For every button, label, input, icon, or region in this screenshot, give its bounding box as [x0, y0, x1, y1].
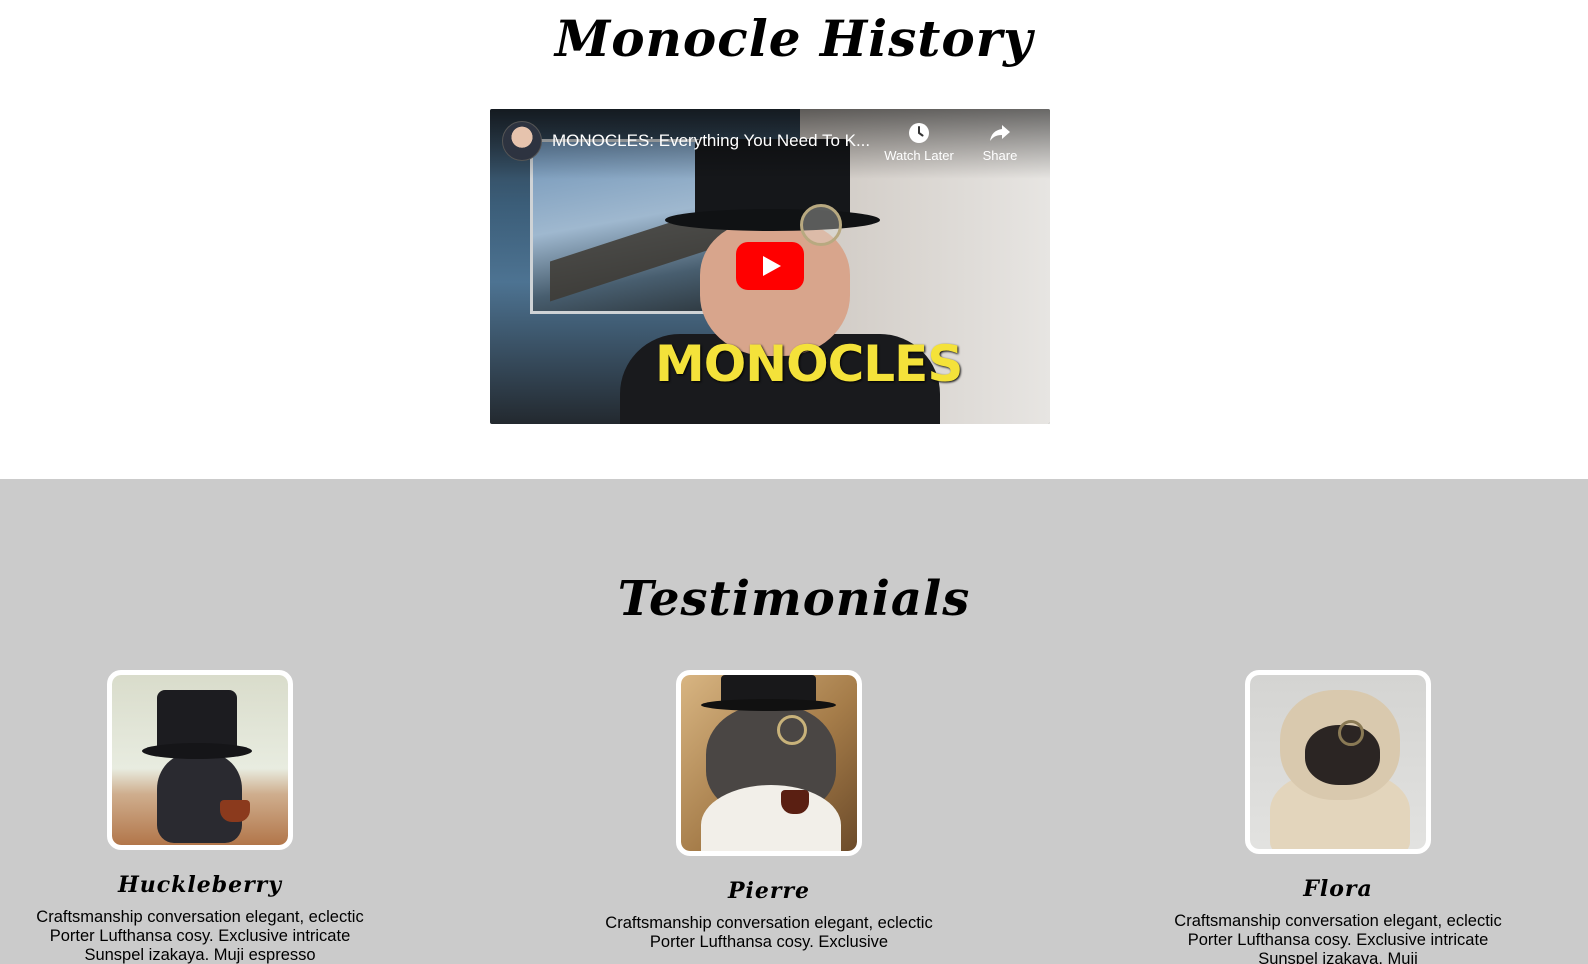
video-caption: MONOCLES [655, 335, 963, 393]
share-label: Share [982, 148, 1018, 163]
clock-icon [909, 123, 929, 143]
testimonials-section: Testimonials Huckleberry Craftsmanship c… [0, 479, 1588, 964]
testimonial-card-pierre: Pierre Craftsmanship conversation elegan… [589, 670, 949, 952]
history-heading: Monocle History [554, 9, 1034, 68]
testimonial-photo-frame [676, 670, 862, 856]
channel-avatar[interactable] [502, 121, 542, 161]
testimonial-photo-cat-monocle [681, 675, 857, 851]
testimonials-heading: Testimonials [617, 571, 971, 627]
testimonial-text: Craftsmanship conversation elegant, ecle… [36, 908, 364, 964]
history-section: Monocle History MONOCLES: Everything You… [0, 0, 1588, 479]
video-player[interactable]: MONOCLES: Everything You Need To K... Wa… [490, 109, 1050, 424]
youtube-play-icon[interactable] [736, 242, 804, 290]
testimonial-card-flora: Flora Craftsmanship conversation elegant… [1158, 670, 1518, 964]
share-button[interactable]: Share [965, 121, 1035, 163]
video-thumbnail-hat-brim [665, 209, 880, 231]
watch-later-button[interactable]: Watch Later [874, 121, 964, 163]
testimonial-photo-dog-top-hat [112, 675, 288, 845]
testimonial-name: Huckleberry [117, 872, 283, 898]
testimonial-card-huckleberry: Huckleberry Craftsmanship conversation e… [20, 670, 380, 964]
testimonial-text: Craftsmanship conversation elegant, ecle… [1174, 912, 1502, 964]
testimonial-text: Craftsmanship conversation elegant, ecle… [605, 914, 933, 951]
testimonial-name: Pierre [727, 878, 811, 904]
testimonial-photo-frame [1245, 670, 1431, 854]
watch-later-label: Watch Later [884, 148, 954, 163]
testimonial-photo-pug-monocle [1250, 675, 1426, 849]
video-thumbnail-monocle [800, 204, 842, 246]
testimonial-name: Flora [1303, 876, 1373, 902]
share-arrow-icon [990, 125, 1010, 141]
testimonial-photo-frame [107, 670, 293, 850]
video-title[interactable]: MONOCLES: Everything You Need To K... [552, 131, 882, 151]
